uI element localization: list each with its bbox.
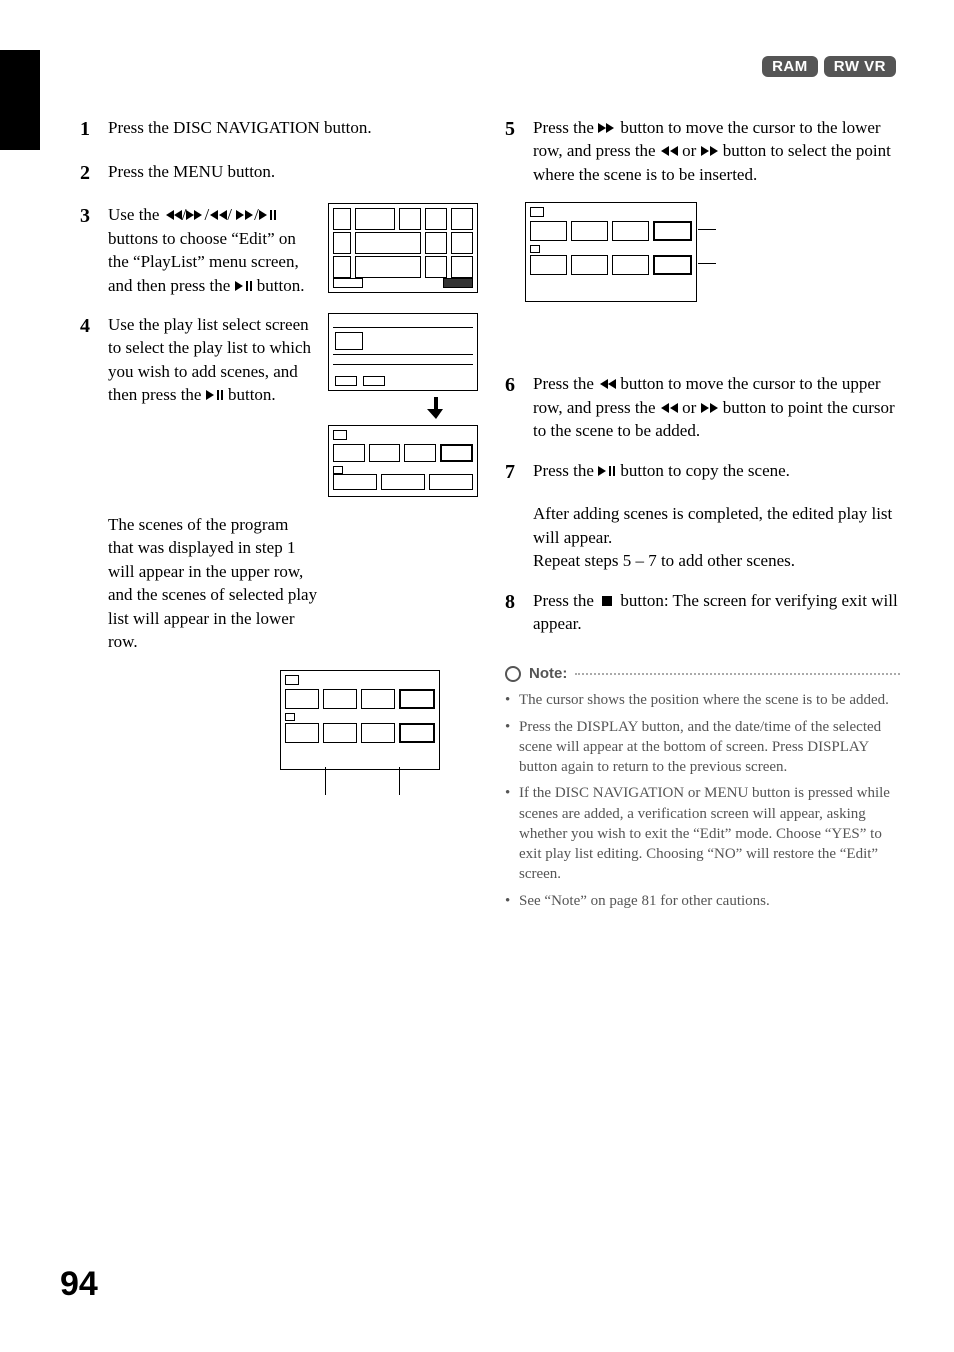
note-list: The cursor shows the position where the … [505,690,900,911]
rewind-icon [209,209,227,221]
left-column: 1 Press the DISC NAVIGATION button. 2 Pr… [80,116,475,917]
note-item: Press the DISPLAY button, and the date/t… [505,717,900,778]
step-number: 2 [80,160,98,188]
step-3: 3 Use the /// / buttons to choose “Edit”… [80,203,475,297]
step-text: Press the button to copy the scene. [533,459,900,482]
step-number: 7 [505,459,523,487]
playlist-select-diagram [328,313,478,391]
step-8: 8 Press the button: The screen for verif… [505,589,900,636]
step-4-note: The scenes of the program that was displ… [80,513,475,654]
step-4: 4 Use the play list select screen to sel… [80,313,475,497]
step-text: Press the button to move the cursor to t… [533,116,900,186]
cursor-lower-diagram [280,670,440,770]
stop-icon [598,595,616,607]
step-text: Use the /// / buttons to choose “Edit” o… [108,203,318,297]
text-frag: Use the [108,205,164,224]
skip-forward-icon [186,209,204,221]
text-frag: button. [228,385,276,404]
step-text: Press the button: The screen for verifyi… [533,589,900,636]
step-number: 3 [80,203,98,231]
step-5: 5 Press the button to move the cursor to… [505,116,900,186]
body-columns: 1 Press the DISC NAVIGATION button. 2 Pr… [80,116,900,917]
play-pause-icon [206,389,224,401]
rewind-icon [660,402,678,414]
step-text: After adding scenes is completed, the ed… [533,502,900,572]
note-item: The cursor shows the position where the … [505,690,900,710]
play-pause-icon [598,465,616,477]
note-item: See “Note” on page 81 for other cautions… [505,891,900,911]
edit-screen-diagram [328,425,478,497]
text-line: After adding scenes is completed, the ed… [533,502,900,549]
text-line: Repeat steps 5 – 7 to add other scenes. [533,549,900,572]
fast-forward-icon [701,402,719,414]
menu-diagram [328,203,478,293]
play-pause-icon [259,209,277,221]
note-block: Note: The cursor shows the position wher… [505,664,900,911]
step-text: The scenes of the program that was displ… [108,513,318,654]
note-item: If the DISC NAVIGATION or MENU button is… [505,783,900,884]
skip-back-icon [598,378,616,390]
text-frag: or [682,398,700,417]
text-frag: Press the [533,374,598,393]
step-number: 6 [505,372,523,400]
text-frag: Press the [533,461,598,480]
step-7: 7 Press the button to copy the scene. [505,459,900,487]
side-tab [0,50,40,150]
step-text: Press the MENU button. [108,160,475,183]
step-6: 6 Press the button to move the cursor to… [505,372,900,442]
text-frag: or [682,141,700,160]
step-2: 2 Press the MENU button. [80,160,475,188]
text-frag: Press the [533,591,598,610]
text-frag: Press the [533,118,598,137]
skip-back-icon [164,209,182,221]
right-column: 5 Press the button to move the cursor to… [505,116,900,917]
cursor-upper-diagram [525,202,697,302]
step-text: Press the button to move the cursor to t… [533,372,900,442]
text-frag: button to copy the scene. [620,461,790,480]
step-7-result: After adding scenes is completed, the ed… [505,502,900,572]
format-badges: RAM RW VR [762,56,896,77]
fast-forward-icon [701,145,719,157]
page-number: 94 [60,1265,98,1304]
down-arrow-icon [394,397,478,419]
badge-ram: RAM [762,56,818,77]
step-text: Press the DISC NAVIGATION button. [108,116,475,139]
badge-rwvr: RW VR [824,56,896,77]
step-1: 1 Press the DISC NAVIGATION button. [80,116,475,144]
play-pause-icon [235,280,253,292]
rewind-icon [660,145,678,157]
step-number: 4 [80,313,98,341]
step-number: 1 [80,116,98,144]
skip-forward-icon [598,122,616,134]
step-number: 5 [505,116,523,144]
note-heading: Note: [505,664,900,685]
step-number: 8 [505,589,523,617]
fast-forward-icon [236,209,254,221]
step-text: Use the play list select screen to selec… [108,313,318,407]
text-frag: button. [257,276,305,295]
